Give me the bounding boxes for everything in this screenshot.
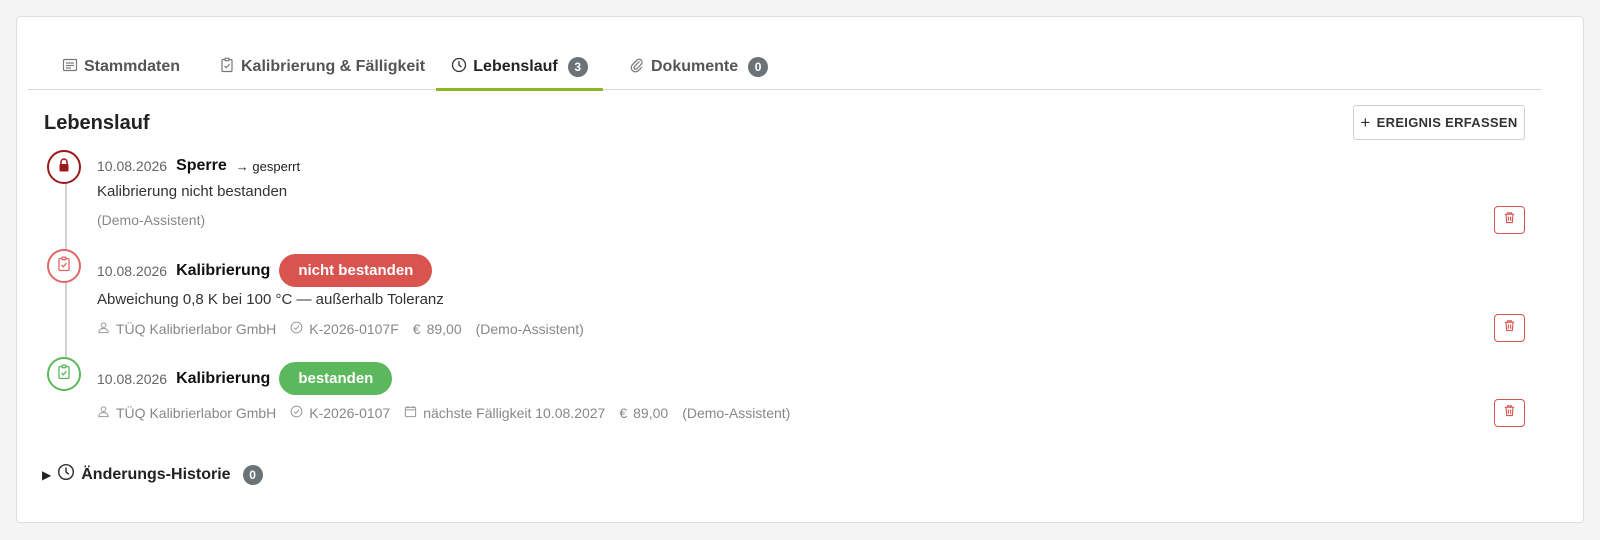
list-icon (62, 57, 78, 78)
event-author: (Demo-Assistent) (97, 212, 206, 228)
event-header: 10.08.2026 Kalibrierung nicht bestanden (97, 254, 433, 287)
event-author: (Demo-Assistent) (475, 321, 584, 337)
event-type: Kalibrierung (176, 261, 271, 279)
event-author: (Demo-Assistent) (682, 405, 791, 421)
add-event-label: EREIGNIS ERFASSEN (1376, 115, 1518, 130)
certificate-number: K-2026-0107 (309, 405, 391, 421)
count-badge: 0 (748, 57, 769, 77)
tab-label: Lebenslauf (473, 58, 558, 75)
tab-bar: Stammdaten Kalibrierung & Fälligkeit Leb… (28, 44, 1541, 91)
tab-kalibrierung[interactable]: Kalibrierung & Fälligkeit (219, 44, 425, 90)
clipboard-check-icon (56, 364, 72, 385)
user-icon (97, 405, 110, 421)
user-icon (97, 321, 110, 337)
calendar-icon (404, 405, 417, 421)
event-node-lock (47, 150, 81, 184)
event-date: 10.08.2026 (97, 158, 168, 174)
cost-item: € 89,00 (413, 321, 462, 337)
plus-icon: + (1360, 112, 1371, 132)
clock-icon (57, 463, 75, 486)
caret-right-icon: ▶ (42, 467, 52, 482)
event-node-calibration (47, 249, 81, 283)
event-node-calibration (47, 357, 81, 391)
certificate-item: K-2026-0107F (290, 321, 399, 337)
event-header: 10.08.2026 Kalibrierung bestanden (97, 362, 393, 395)
tab-stammdaten[interactable]: Stammdaten (62, 44, 180, 90)
cost-value: 89,00 (426, 321, 462, 337)
check-circle-icon (290, 321, 303, 337)
check-circle-icon (290, 405, 303, 421)
certificate-item: K-2026-0107 (290, 405, 390, 421)
tab-label: Dokumente (651, 58, 739, 75)
due-date-item: nächste Fälligkeit 10.08.2027 (404, 405, 605, 421)
delete-event-button[interactable] (1494, 399, 1525, 427)
cost-item: € 89,00 (619, 405, 668, 421)
event-meta: TÜQ Kalibrierlabor GmbH K-2026-0107 näch… (97, 405, 790, 421)
tab-label: Stammdaten (84, 58, 181, 75)
clipboard-check-icon (219, 57, 235, 78)
event-date: 10.08.2026 (97, 262, 168, 279)
euro-icon: € (412, 321, 421, 337)
event-type: Kalibrierung (176, 369, 271, 387)
tab-label: Kalibrierung & Fälligkeit (241, 58, 426, 75)
clock-icon (451, 57, 467, 78)
event-header: 10.08.2026 Sperre → gesperrt (97, 157, 300, 175)
lab-item: TÜQ Kalibrierlabor GmbH (97, 405, 276, 421)
event-meta: TÜQ Kalibrierlabor GmbH K-2026-0107F € 8… (97, 321, 584, 337)
event-description: Kalibrierung nicht bestanden (97, 183, 288, 200)
change-history-label: Änderungs-Historie (81, 465, 231, 483)
event-meta: (Demo-Assistent) (97, 212, 205, 228)
add-event-button[interactable]: + EREIGNIS ERFASSEN (1353, 105, 1525, 140)
count-badge: 3 (567, 57, 588, 77)
delete-event-button[interactable] (1494, 314, 1525, 342)
trash-icon (1503, 404, 1516, 422)
cost-value: 89,00 (633, 405, 669, 421)
event-description: Abweichung 0,8 K bei 100 °C — außerhalb … (97, 291, 444, 308)
clipboard-check-icon (56, 256, 72, 277)
tab-dokumente[interactable]: Dokumente 0 (629, 44, 769, 90)
trash-icon (1503, 319, 1516, 337)
status-change: → gesperrt (235, 158, 301, 174)
next-due-date: nächste Fälligkeit 10.08.2027 (423, 405, 606, 421)
paperclip-icon (629, 57, 645, 78)
change-history-toggle[interactable]: ▶ Änderungs-Historie 0 (42, 463, 263, 486)
lab-name: TÜQ Kalibrierlabor GmbH (116, 405, 277, 421)
lab-item: TÜQ Kalibrierlabor GmbH (97, 321, 276, 337)
certificate-number: K-2026-0107F (309, 321, 399, 337)
lock-icon (56, 157, 72, 178)
count-badge: 0 (242, 464, 263, 485)
section-title: Lebenslauf (44, 112, 150, 134)
delete-event-button[interactable] (1494, 206, 1525, 234)
event-type: Sperre (176, 157, 227, 174)
result-badge-passed: bestanden (279, 362, 393, 395)
event-date: 10.08.2026 (97, 370, 168, 387)
euro-icon: € (619, 405, 628, 421)
trash-icon (1503, 211, 1516, 229)
tab-lebenslauf[interactable]: Lebenslauf 3 (436, 44, 603, 91)
result-badge-failed: nicht bestanden (279, 254, 433, 287)
lab-name: TÜQ Kalibrierlabor GmbH (116, 321, 277, 337)
